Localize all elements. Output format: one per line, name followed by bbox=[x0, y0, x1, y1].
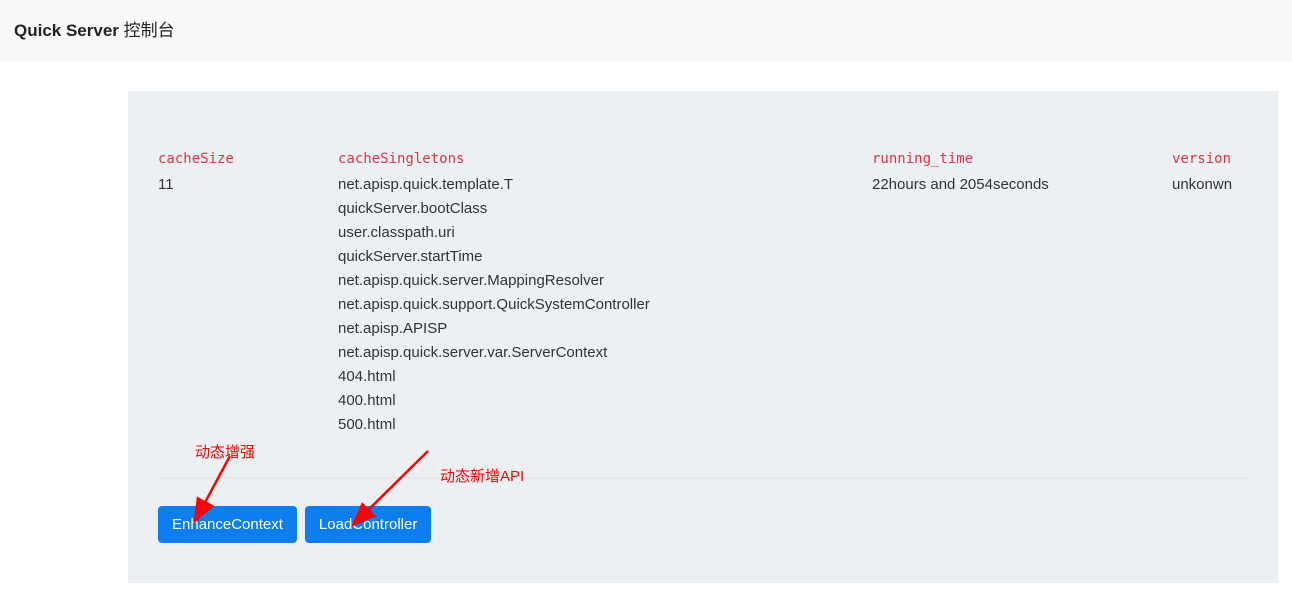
singleton-item: user.classpath.uri bbox=[338, 221, 872, 245]
metric-cache-size: cacheSize 11 bbox=[158, 151, 338, 437]
metrics-row: cacheSize 11 cacheSingletons net.apisp.q… bbox=[158, 151, 1248, 478]
singleton-item: 404.html bbox=[338, 365, 872, 389]
cache-singletons-label: cacheSingletons bbox=[338, 151, 872, 167]
page-title: Quick Server 控制台 bbox=[14, 16, 1278, 41]
arrow-icon bbox=[323, 443, 443, 533]
main-panel: cacheSize 11 cacheSingletons net.apisp.q… bbox=[128, 91, 1278, 583]
singleton-item: net.apisp.APISP bbox=[338, 317, 872, 341]
singleton-item: net.apisp.quick.template.T bbox=[338, 173, 872, 197]
metric-running-time: running_time 22hours and 2054seconds bbox=[872, 151, 1172, 437]
singleton-item: 500.html bbox=[338, 413, 872, 437]
metric-version: version unkonwn bbox=[1172, 151, 1248, 437]
singleton-item: net.apisp.quick.support.QuickSystemContr… bbox=[338, 293, 872, 317]
metric-cache-singletons: cacheSingletons net.apisp.quick.template… bbox=[338, 151, 872, 437]
singleton-item: quickServer.bootClass bbox=[338, 197, 872, 221]
singleton-item: 400.html bbox=[338, 389, 872, 413]
arrow-icon bbox=[170, 451, 270, 531]
singleton-item: net.apisp.quick.server.MappingResolver bbox=[338, 269, 872, 293]
singleton-list: net.apisp.quick.template.TquickServer.bo… bbox=[338, 173, 872, 437]
running-time-value: 22hours and 2054seconds bbox=[872, 173, 1172, 197]
version-label: version bbox=[1172, 151, 1248, 167]
version-value: unkonwn bbox=[1172, 173, 1248, 197]
button-row: EnhanceContext LoadController bbox=[158, 506, 1248, 543]
singleton-item: quickServer.startTime bbox=[338, 245, 872, 269]
cache-size-label: cacheSize bbox=[158, 151, 338, 167]
app-header: Quick Server 控制台 bbox=[0, 0, 1292, 61]
cache-size-value: 11 bbox=[158, 173, 338, 197]
running-time-label: running_time bbox=[872, 151, 1172, 167]
singleton-item: net.apisp.quick.server.var.ServerContext bbox=[338, 341, 872, 365]
